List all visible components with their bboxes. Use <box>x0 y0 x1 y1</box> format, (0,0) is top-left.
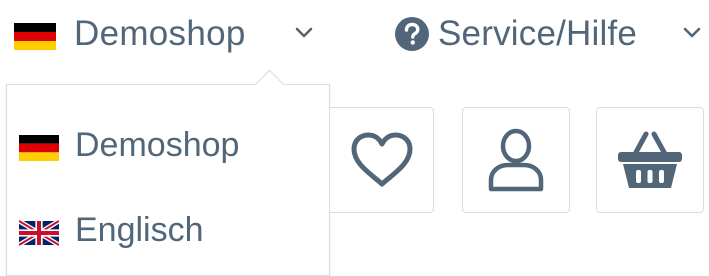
service-menu-label: Service/Hilfe <box>438 14 638 53</box>
top-bar: Demoshop Service/Hilfe <box>0 0 709 68</box>
flag-de-icon <box>14 23 56 50</box>
flag-uk-icon <box>19 220 59 246</box>
shop-switcher-label: Demoshop <box>74 14 246 53</box>
dropdown-arrow <box>254 69 285 100</box>
dropdown-item-demoshop[interactable]: Demoshop <box>7 105 329 175</box>
dropdown-item-englisch[interactable]: Englisch <box>7 190 329 260</box>
heart-icon <box>351 132 412 187</box>
dropdown-item-label: Demoshop <box>75 126 240 164</box>
cart-button[interactable] <box>596 107 704 213</box>
chevron-down-icon <box>682 26 702 45</box>
flag-de-icon <box>19 135 59 161</box>
wishlist-button[interactable] <box>330 107 434 213</box>
account-button[interactable] <box>462 107 570 213</box>
question-circle-icon <box>394 16 430 57</box>
dropdown-item-label: Englisch <box>75 211 204 249</box>
shop-dropdown-menu: Demoshop Englisch <box>6 69 330 276</box>
basket-icon <box>618 131 682 188</box>
chevron-down-icon <box>294 26 314 45</box>
user-icon <box>488 128 544 192</box>
